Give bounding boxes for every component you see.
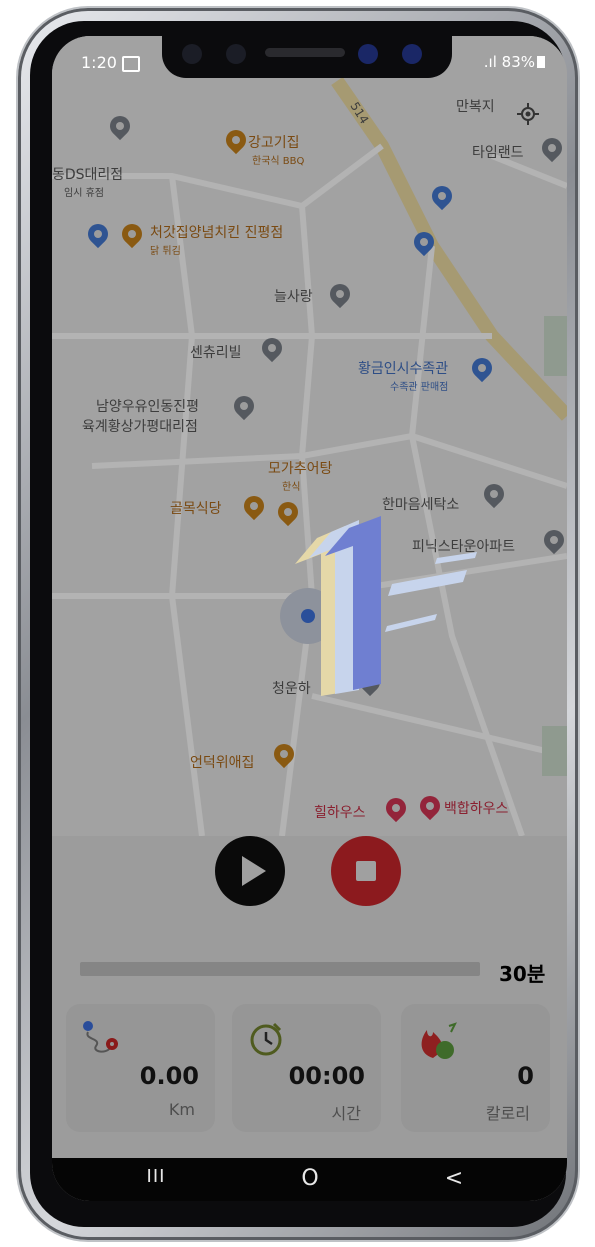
map-label: 육계황상가평대리점 xyxy=(82,419,198,435)
calorie-fire-icon xyxy=(421,1022,457,1059)
map-label: 수족관 판매점 xyxy=(390,382,449,393)
distance-value: 0.00 xyxy=(139,1062,199,1090)
map-label: 처갓집양념치킨 진평점 xyxy=(150,225,284,241)
distance-unit: Km xyxy=(168,1100,195,1119)
map-label: 한마음세탁소 xyxy=(382,497,460,513)
battery-icon xyxy=(537,56,545,68)
map-label: 힐하우스 xyxy=(314,805,366,821)
map-label: 모가추어탕 xyxy=(268,461,333,477)
map-label: 남양우유인동진평 xyxy=(96,399,200,415)
system-navigation-bar: III O < xyxy=(52,1158,567,1201)
battery-percent: 83% xyxy=(501,53,535,71)
status-bar: 1:20 .ıl 83% xyxy=(52,36,567,80)
map-label: 만복지 xyxy=(456,99,495,115)
time-card: 00:00 시간 xyxy=(232,1004,381,1132)
map-view[interactable]: 만복지 타임랜드 강고기집 한국식 BBQ 동DS대리점 임시 휴점 처갓집양념… xyxy=(52,36,567,836)
map-label: 한식 xyxy=(282,482,301,493)
my-location-button[interactable] xyxy=(516,102,540,126)
route-icon xyxy=(83,1021,118,1053)
map-label: 센츄리빌 xyxy=(190,345,242,361)
stop-button[interactable] xyxy=(331,836,401,906)
battery-status: .ıl 83% xyxy=(484,53,545,71)
map-label: 언덕위애집 xyxy=(190,755,255,771)
countdown-number: 1 xyxy=(287,514,487,714)
signal-icon: .ıl xyxy=(483,53,502,71)
map-label: 한국식 BBQ xyxy=(252,156,305,167)
calorie-card: 0 칼로리 xyxy=(401,1004,550,1132)
timer-icon xyxy=(250,1022,282,1056)
time-unit: 시간 xyxy=(331,1104,361,1123)
map-label: 늘사랑 xyxy=(274,289,313,305)
goal-time-label: 30분 xyxy=(499,962,546,986)
map-label: 타임랜드 xyxy=(472,145,524,161)
crosshair-icon xyxy=(517,103,539,125)
time-value: 00:00 xyxy=(288,1062,365,1090)
map-label: 강고기집 xyxy=(248,135,300,151)
home-button[interactable]: O xyxy=(290,1166,330,1191)
calorie-unit: 칼로리 xyxy=(485,1104,530,1123)
map-label: 동DS대리점 xyxy=(52,167,124,183)
map-label: 황금인시수족관 xyxy=(358,361,449,377)
map-label: 골목식당 xyxy=(170,501,222,517)
gallery-notification-icon xyxy=(122,56,140,72)
status-time: 1:20 xyxy=(81,53,117,72)
map-label: 백합하우스 xyxy=(444,801,509,817)
sensor-icon xyxy=(358,44,378,64)
camera-notch xyxy=(162,36,452,78)
camera-lens-icon xyxy=(226,44,246,64)
map-label: 닭 튀김 xyxy=(150,246,181,257)
sensor-icon xyxy=(402,44,422,64)
earpiece-speaker xyxy=(265,48,345,57)
calorie-value: 0 xyxy=(517,1062,534,1090)
back-button[interactable]: < xyxy=(434,1166,474,1191)
countdown-graphic: 1 xyxy=(295,516,477,696)
recents-button[interactable]: III xyxy=(136,1166,176,1187)
app-screen: 만복지 타임랜드 강고기집 한국식 BBQ 동DS대리점 임시 휴점 처갓집양념… xyxy=(52,36,567,1201)
play-button[interactable] xyxy=(215,836,285,906)
distance-card: 0.00 Km xyxy=(66,1004,215,1132)
map-label: 임시 휴점 xyxy=(64,188,104,199)
camera-lens-icon xyxy=(182,44,202,64)
goal-progress-bar xyxy=(80,962,480,976)
